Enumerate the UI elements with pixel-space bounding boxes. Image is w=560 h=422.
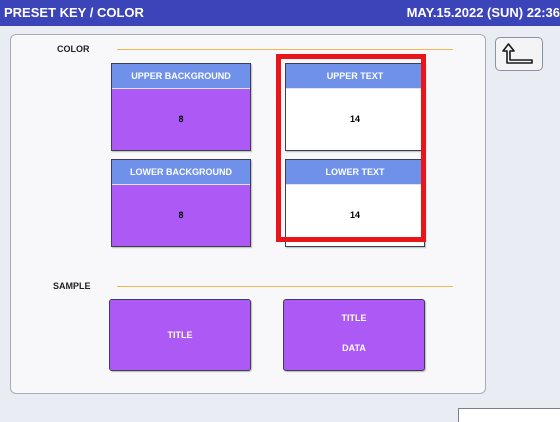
sample-single-title: TITLE xyxy=(167,330,193,340)
lower-background-title: LOWER BACKGROUND xyxy=(112,160,250,185)
upper-text-value: 14 xyxy=(349,114,360,124)
page-title: PRESET KEY / COLOR xyxy=(4,5,144,20)
lower-text-value: 14 xyxy=(349,210,360,220)
sample-section-label: SAMPLE xyxy=(53,281,91,291)
upper-text-button[interactable]: UPPER TEXT 14 xyxy=(285,63,425,151)
back-button[interactable] xyxy=(495,37,543,71)
lower-background-value: 8 xyxy=(112,185,250,246)
sample-single-line: TITLE xyxy=(109,299,251,371)
lower-text-button[interactable]: LOWER TEXT 14 xyxy=(285,159,425,247)
sample-two-data: DATA xyxy=(342,343,366,353)
sample-two-line: TITLE DATA xyxy=(283,299,425,371)
datetime: MAY.15.2022 (SUN) 22:36 xyxy=(406,5,560,20)
upper-background-title: UPPER BACKGROUND xyxy=(112,64,250,89)
status-box xyxy=(458,408,560,422)
lower-background-button[interactable]: LOWER BACKGROUND 8 xyxy=(111,159,251,247)
return-arrow-icon xyxy=(502,43,533,64)
upper-background-value: 8 xyxy=(112,89,250,150)
sample-section-divider xyxy=(117,286,453,287)
color-section-label: COLOR xyxy=(57,44,90,54)
lower-text-title: LOWER TEXT xyxy=(286,160,424,185)
upper-text-title: UPPER TEXT xyxy=(286,64,424,89)
sample-two-title: TITLE xyxy=(341,313,367,323)
upper-background-button[interactable]: UPPER BACKGROUND 8 xyxy=(111,63,251,151)
main-panel: COLOR UPPER BACKGROUND 8 UPPER TEXT 14 L… xyxy=(10,34,486,394)
color-section-divider xyxy=(117,49,453,50)
title-bar: PRESET KEY / COLOR MAY.15.2022 (SUN) 22:… xyxy=(0,0,560,26)
